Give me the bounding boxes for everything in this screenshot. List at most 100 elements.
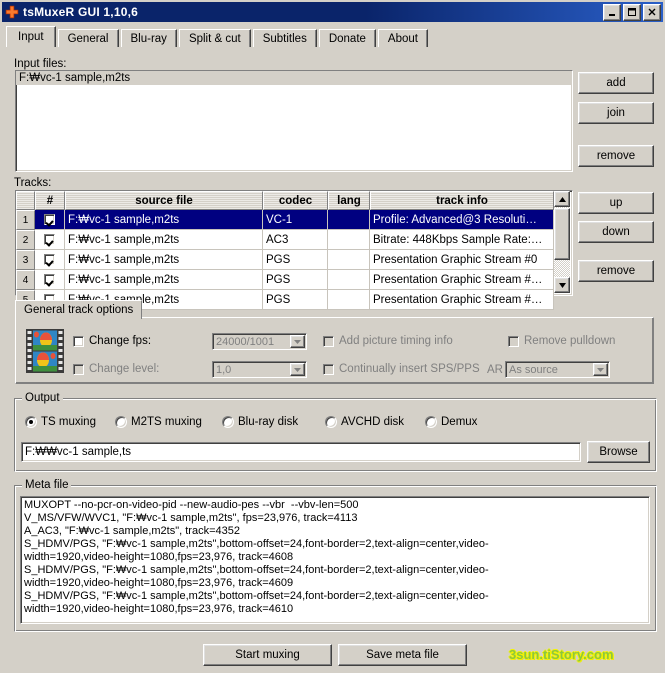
start-muxing-button[interactable]: Start muxing bbox=[203, 644, 332, 666]
remove-pulldown-label: Remove pulldown bbox=[524, 335, 616, 347]
input-files-listbox[interactable]: F:₩vc-1 sample,m2ts bbox=[15, 70, 573, 172]
table-row[interactable]: 1 F:₩vc-1 sample,m2ts VC-1 Profile: Adva… bbox=[16, 210, 572, 230]
track-options-body: Change fps: 24000/1001 Add picture timin… bbox=[15, 317, 654, 384]
output-mode-m2ts[interactable]: M2TS muxing bbox=[115, 416, 202, 428]
browse-button[interactable]: Browse bbox=[587, 441, 650, 463]
close-button[interactable] bbox=[643, 3, 661, 21]
radio-ts-muxing[interactable] bbox=[25, 416, 37, 428]
track-enabled-checkbox[interactable] bbox=[44, 234, 55, 245]
output-mode-label: Demux bbox=[441, 416, 478, 428]
tracks-scrollbar[interactable] bbox=[554, 191, 570, 293]
output-mode-label: M2TS muxing bbox=[131, 416, 202, 428]
remove-track-button[interactable]: remove bbox=[578, 260, 654, 282]
window-title: tsMuxeR GUI 1,10,6 bbox=[23, 5, 138, 19]
radio-blu-ray-disk[interactable] bbox=[222, 416, 234, 428]
column-header-lang[interactable]: lang bbox=[328, 191, 370, 210]
change-level-checkbox[interactable] bbox=[73, 363, 84, 375]
list-item[interactable]: F:₩vc-1 sample,m2ts bbox=[16, 71, 572, 85]
tab-label: Donate bbox=[328, 32, 366, 45]
radio-demux[interactable] bbox=[425, 416, 437, 428]
continually-insert-checkbox[interactable] bbox=[323, 363, 334, 375]
table-row[interactable]: 3 F:₩vc-1 sample,m2ts PGS Presentation G… bbox=[16, 250, 572, 270]
output-mode-avchd[interactable]: AVCHD disk bbox=[325, 416, 404, 428]
change-level-row: Change level: bbox=[73, 363, 159, 375]
continually-insert-label: Continually insert SPS/PPS bbox=[339, 363, 480, 375]
tracks-table[interactable]: # source file codec lang track info 1 F:… bbox=[15, 190, 573, 310]
row-number: 2 bbox=[16, 230, 35, 250]
cell-track-info: Bitrate: 448Kbps Sample Rate:… bbox=[370, 230, 554, 250]
save-meta-file-button[interactable]: Save meta file bbox=[338, 644, 467, 666]
change-fps-combo[interactable]: 24000/1001 bbox=[212, 333, 307, 350]
tab-label: Subtitles bbox=[262, 32, 307, 45]
track-enabled-checkbox[interactable] bbox=[44, 254, 55, 265]
scroll-down-button[interactable] bbox=[554, 277, 570, 293]
row-checkbox-cell[interactable] bbox=[35, 210, 65, 230]
tab-split-cut[interactable]: Split & cut bbox=[178, 29, 251, 47]
row-checkbox-cell[interactable] bbox=[35, 250, 65, 270]
tab-blu-ray[interactable]: Blu-ray bbox=[120, 29, 177, 47]
add-picture-timing-checkbox[interactable] bbox=[323, 335, 334, 347]
app-cross-icon bbox=[5, 5, 19, 19]
title-bar: tsMuxeR GUI 1,10,6 bbox=[2, 2, 663, 22]
tab-about[interactable]: About bbox=[377, 29, 428, 47]
scroll-up-button[interactable] bbox=[554, 191, 570, 207]
change-level-combo[interactable]: 1,0 bbox=[212, 361, 307, 378]
maximize-button[interactable] bbox=[623, 3, 641, 21]
cell-codec: AC3 bbox=[263, 230, 328, 250]
tab-general-track-options[interactable]: General track options bbox=[15, 300, 143, 319]
ar-combo[interactable]: As source bbox=[505, 361, 610, 378]
output-path-input[interactable]: F:₩₩vc-1 sample,ts bbox=[21, 442, 581, 462]
column-header-source-file[interactable]: source file bbox=[65, 191, 263, 210]
add-button[interactable]: add bbox=[578, 72, 654, 94]
table-row[interactable]: 2 F:₩vc-1 sample,m2ts AC3 Bitrate: 448Kb… bbox=[16, 230, 572, 250]
add-picture-timing-row: Add picture timing info bbox=[323, 335, 453, 347]
remove-pulldown-checkbox[interactable] bbox=[508, 335, 519, 347]
tab-label: Blu-ray bbox=[130, 32, 167, 45]
join-button[interactable]: join bbox=[578, 102, 654, 124]
tab-label: Input bbox=[18, 31, 44, 43]
table-row[interactable]: 4 F:₩vc-1 sample,m2ts PGS Presentation G… bbox=[16, 270, 572, 290]
ar-value: As source bbox=[509, 363, 558, 376]
output-mode-bluray[interactable]: Blu-ray disk bbox=[222, 416, 298, 428]
chevron-down-icon[interactable] bbox=[290, 335, 305, 348]
radio-m2ts-muxing[interactable] bbox=[115, 416, 127, 428]
track-enabled-checkbox[interactable] bbox=[44, 214, 55, 225]
cell-source-file: F:₩vc-1 sample,m2ts bbox=[65, 210, 263, 230]
meta-file-group: Meta file MUXOPT --no-pcr-on-video-pid -… bbox=[14, 479, 657, 632]
column-header-number[interactable]: # bbox=[35, 191, 65, 210]
move-down-button[interactable]: down bbox=[578, 221, 654, 243]
chevron-down-icon[interactable] bbox=[593, 363, 608, 376]
track-enabled-checkbox[interactable] bbox=[44, 274, 55, 285]
filmstrip-icon bbox=[26, 329, 64, 376]
table-header-row: # source file codec lang track info bbox=[16, 191, 572, 210]
browse-button-label: Browse bbox=[599, 446, 638, 458]
change-fps-checkbox[interactable] bbox=[73, 335, 84, 347]
change-fps-label: Change fps: bbox=[89, 335, 152, 347]
cell-lang bbox=[328, 210, 370, 230]
cell-track-info: Profile: Advanced@3 Resoluti… bbox=[370, 210, 554, 230]
minimize-button[interactable] bbox=[603, 3, 621, 21]
cell-codec: PGS bbox=[263, 270, 328, 290]
tab-subtitles[interactable]: Subtitles bbox=[252, 29, 317, 47]
output-mode-demux[interactable]: Demux bbox=[425, 416, 477, 428]
tab-donate[interactable]: Donate bbox=[318, 29, 376, 47]
column-header-codec[interactable]: codec bbox=[263, 191, 328, 210]
chevron-down-icon[interactable] bbox=[290, 363, 305, 376]
column-header-track-info[interactable]: track info bbox=[370, 191, 554, 210]
output-mode-ts[interactable]: TS muxing bbox=[25, 416, 96, 428]
row-number: 3 bbox=[16, 250, 35, 270]
output-mode-label: AVCHD disk bbox=[341, 416, 405, 428]
tab-input[interactable]: Input bbox=[6, 26, 56, 47]
tab-strip: Input General Blu-ray Split & cut Subtit… bbox=[6, 25, 663, 47]
radio-avchd-disk[interactable] bbox=[325, 416, 337, 428]
row-checkbox-cell[interactable] bbox=[35, 230, 65, 250]
tab-general[interactable]: General bbox=[57, 29, 119, 47]
row-checkbox-cell[interactable] bbox=[35, 270, 65, 290]
cell-track-info: Presentation Graphic Stream #0 bbox=[370, 250, 554, 270]
move-up-button[interactable]: up bbox=[578, 192, 654, 214]
remove-input-button[interactable]: remove bbox=[578, 145, 654, 167]
meta-file-textarea[interactable]: MUXOPT --no-pcr-on-video-pid --new-audio… bbox=[20, 496, 650, 624]
scrollbar-thumb[interactable] bbox=[554, 208, 570, 260]
save-meta-file-label: Save meta file bbox=[366, 649, 439, 661]
column-header-spacer[interactable] bbox=[16, 191, 35, 210]
